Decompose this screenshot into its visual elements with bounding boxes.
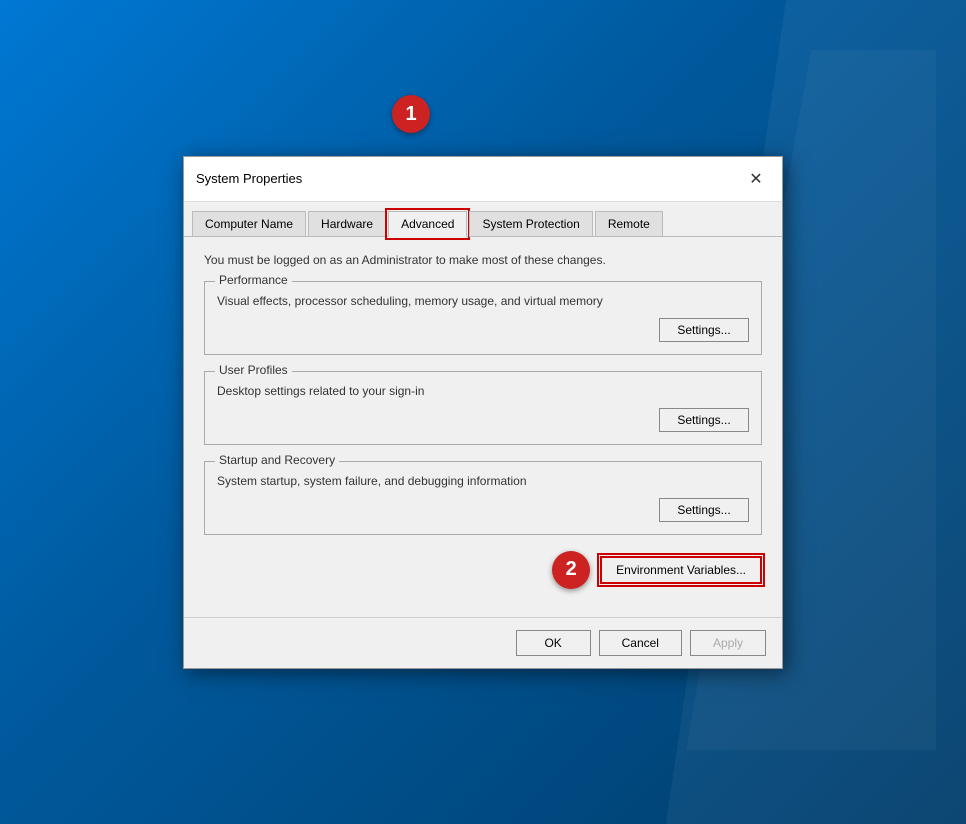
close-button[interactable]: ✕ (742, 165, 770, 193)
bottom-bar: OK Cancel Apply (184, 617, 782, 668)
title-bar: System Properties ✕ (184, 157, 782, 202)
dialog-title: System Properties (196, 171, 302, 186)
step-1-badge: 1 (392, 95, 430, 133)
apply-button[interactable]: Apply (690, 630, 766, 656)
startup-recovery-description: System startup, system failure, and debu… (217, 474, 749, 488)
tab-computer-name[interactable]: Computer Name (192, 211, 306, 237)
user-profiles-label: User Profiles (215, 363, 292, 377)
startup-recovery-group: Startup and Recovery System startup, sys… (204, 461, 762, 535)
system-properties-dialog: System Properties ✕ Computer Name Hardwa… (183, 156, 783, 669)
performance-group: Performance Visual effects, processor sc… (204, 281, 762, 355)
environment-variables-button[interactable]: Environment Variables... (600, 556, 762, 584)
startup-recovery-label: Startup and Recovery (215, 453, 339, 467)
tab-bar: Computer Name Hardware Advanced System P… (184, 202, 782, 237)
cancel-button[interactable]: Cancel (599, 630, 682, 656)
env-variables-row: 2 Environment Variables... (204, 551, 762, 589)
tab-system-protection[interactable]: System Protection (469, 211, 592, 237)
user-profiles-settings-button[interactable]: Settings... (659, 408, 749, 432)
performance-description: Visual effects, processor scheduling, me… (217, 294, 749, 308)
performance-label: Performance (215, 273, 292, 287)
ok-button[interactable]: OK (516, 630, 591, 656)
user-profiles-group: User Profiles Desktop settings related t… (204, 371, 762, 445)
info-text: You must be logged on as an Administrato… (204, 253, 762, 267)
tab-advanced[interactable]: Advanced (388, 211, 467, 237)
tab-remote[interactable]: Remote (595, 211, 663, 237)
tab-content: You must be logged on as an Administrato… (184, 237, 782, 617)
step-2-badge: 2 (552, 551, 590, 589)
step-1-badge-container: 1 (392, 95, 430, 133)
performance-settings-button[interactable]: Settings... (659, 318, 749, 342)
user-profiles-description: Desktop settings related to your sign-in (217, 384, 749, 398)
tab-hardware[interactable]: Hardware (308, 211, 386, 237)
startup-recovery-settings-button[interactable]: Settings... (659, 498, 749, 522)
